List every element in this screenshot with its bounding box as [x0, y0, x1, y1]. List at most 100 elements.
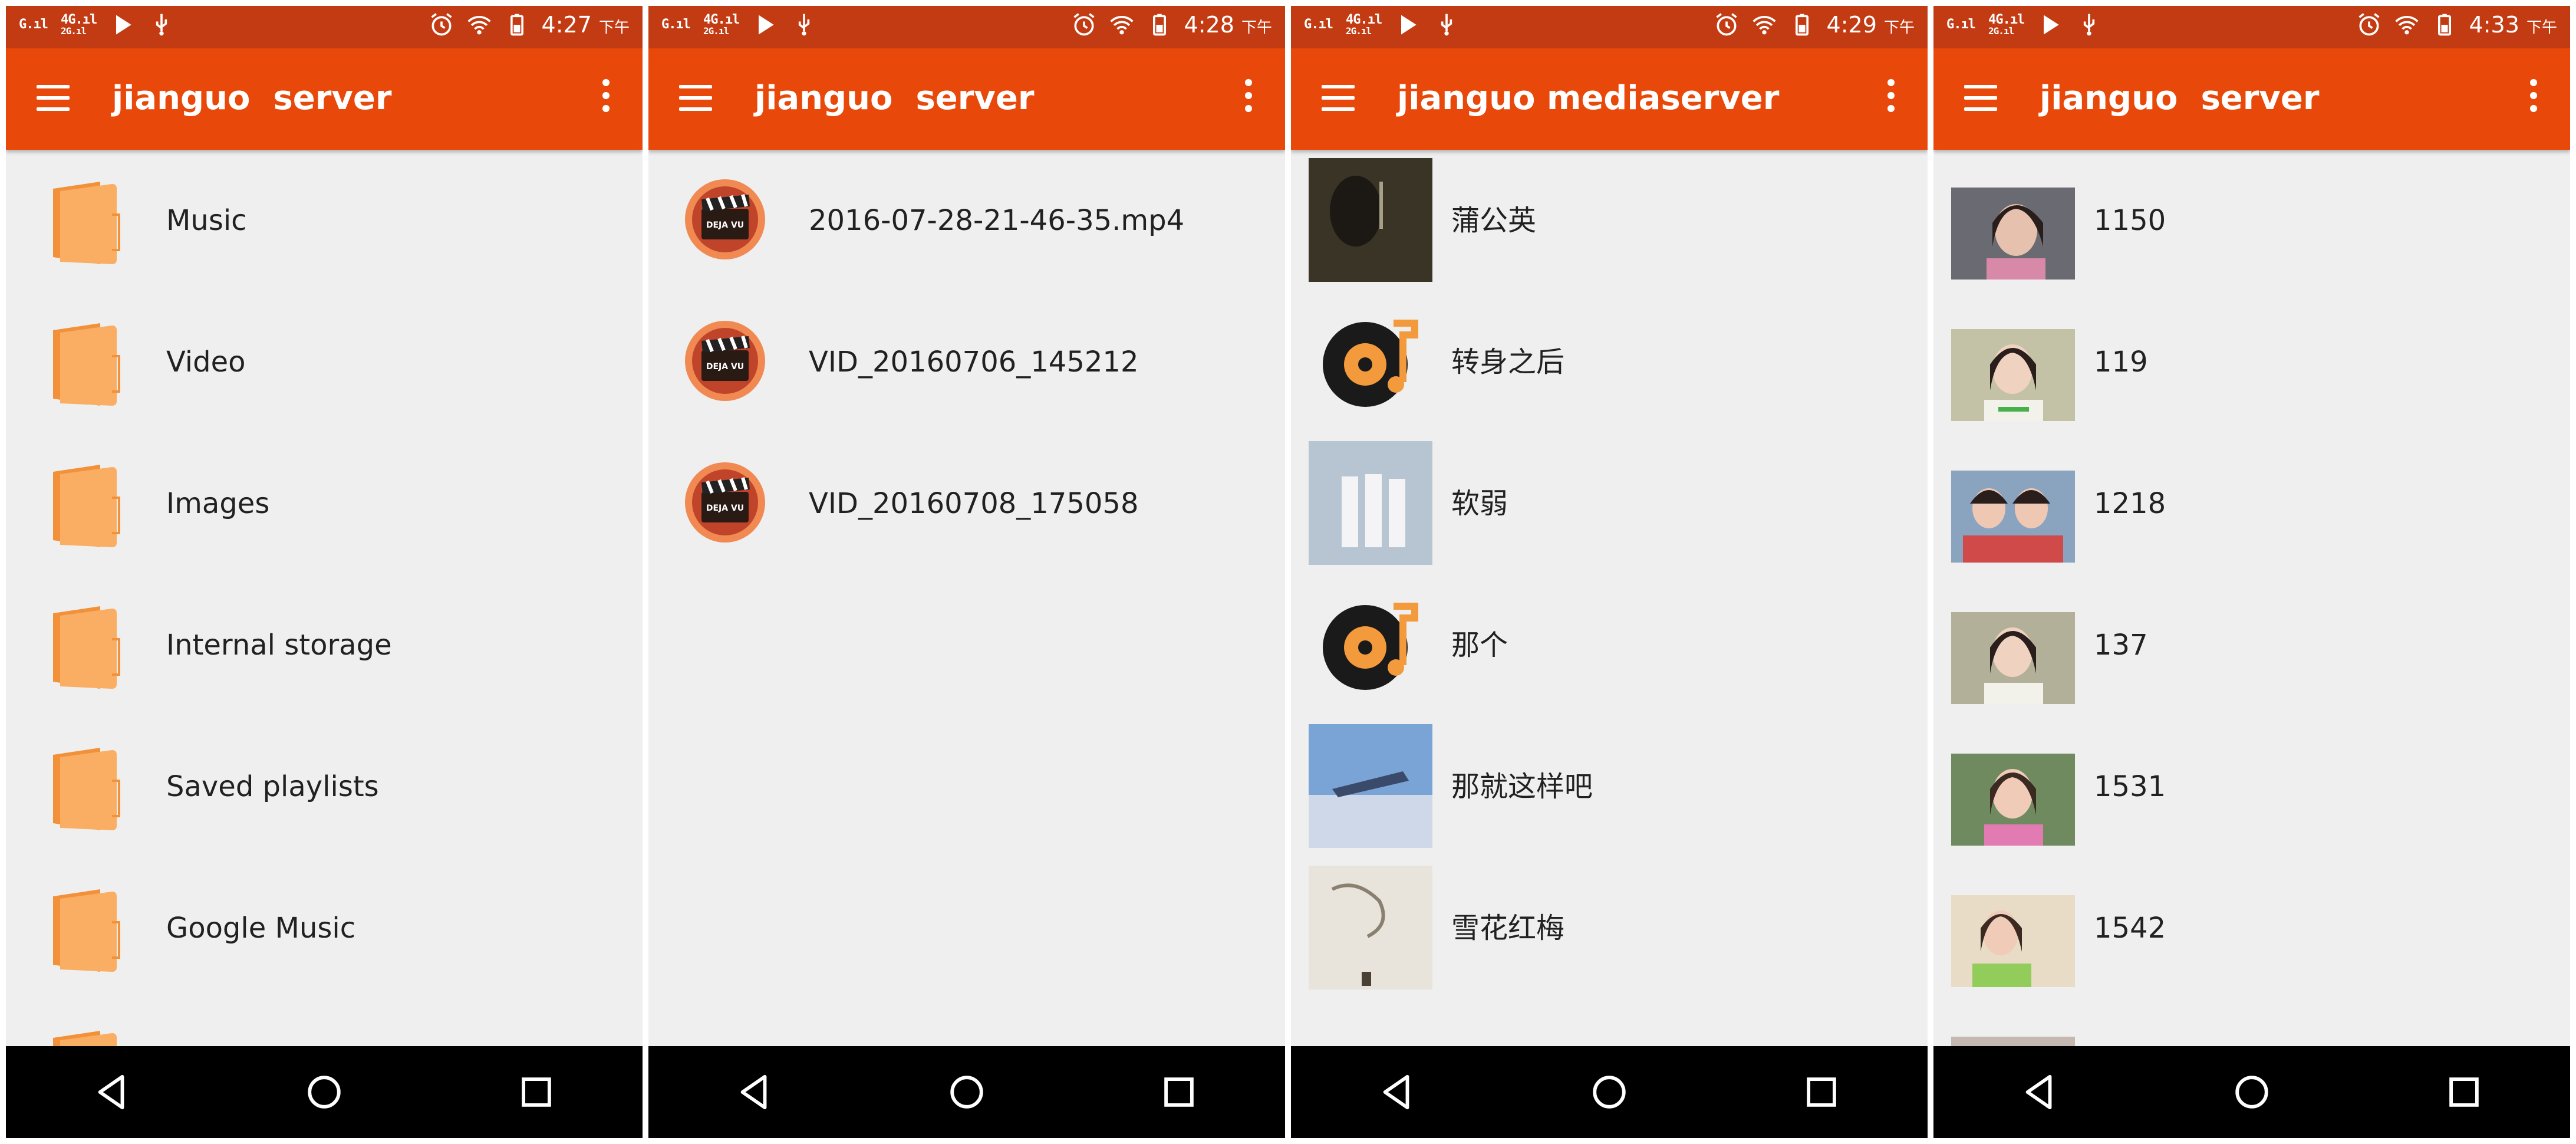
- page-title: jianguo server: [2040, 79, 2320, 117]
- image-thumbnail: [1951, 1037, 2075, 1046]
- menu-icon[interactable]: [37, 85, 70, 111]
- video-clapper-icon: DEJA VU: [685, 321, 765, 401]
- battery-icon: [1795, 14, 1809, 36]
- back-icon[interactable]: [1376, 1071, 1418, 1113]
- music-disc-icon: [1323, 320, 1418, 407]
- more-options-icon[interactable]: [602, 79, 612, 117]
- screen-2-video-files: G.ıl 4G.ıl 2G.ıl 4:28 下午 jianguo server D…: [648, 6, 1285, 1138]
- status-bar: G.ıl 4G.ıl 2G.ıl 4:33 下午: [1933, 6, 2570, 48]
- list-item[interactable]: 软弱: [1291, 433, 1928, 574]
- list-item[interactable]: 那个: [1291, 574, 1928, 716]
- back-icon[interactable]: [91, 1071, 133, 1113]
- list-item[interactable]: 119: [1933, 291, 2570, 433]
- home-icon[interactable]: [2231, 1071, 2272, 1113]
- signal-4g-icon: 4G.ıl 2G.ıl: [60, 12, 97, 37]
- list-item[interactable]: 1531: [1933, 716, 2570, 857]
- clock: 4:28 下午: [1184, 12, 1272, 38]
- list-item[interactable]: 转身之后: [1291, 291, 1928, 433]
- battery-icon: [2437, 14, 2451, 36]
- item-label: 119: [2094, 346, 2148, 379]
- battery-icon: [1152, 14, 1166, 36]
- list-item[interactable]: 蒲公英: [1291, 150, 1928, 291]
- page-title: jianguo mediaserver: [1397, 79, 1780, 117]
- image-thumbnail: [1951, 188, 2075, 280]
- list-item[interactable]: 1218: [1933, 433, 2570, 574]
- item-label: 那个: [1451, 629, 1508, 662]
- app-bar: jianguo mediaserver: [1291, 48, 1928, 150]
- list-item[interactable]: DEJA VU VID_20160706_145212: [648, 291, 1285, 433]
- item-label: 1542: [2094, 912, 2166, 945]
- signal-icon: G.ıl: [19, 17, 48, 32]
- folder-icon: [53, 606, 120, 689]
- home-icon[interactable]: [304, 1071, 345, 1113]
- recent-apps-icon[interactable]: [516, 1071, 557, 1113]
- signal-icon: G.ıl: [661, 17, 691, 32]
- clock: 4:33 下午: [2469, 12, 2557, 38]
- video-clapper-icon: DEJA VU: [685, 179, 765, 259]
- list-item[interactable]: DEJA VU VID_20160708_175058: [648, 433, 1285, 574]
- usb-icon: [156, 14, 167, 36]
- play-notification-icon: [759, 15, 774, 35]
- item-label: Images: [166, 487, 270, 520]
- play-notification-icon: [2044, 15, 2059, 35]
- list-item[interactable]: 那就这样吧: [1291, 716, 1928, 857]
- signal-4g-icon: 4G.ıl 2G.ıl: [703, 12, 740, 37]
- navigation-bar: [1933, 1046, 2570, 1138]
- list-item[interactable]: Saved playlists: [6, 716, 643, 857]
- clock: 4:29 下午: [1826, 12, 1915, 38]
- signal-icon: G.ıl: [1946, 17, 1976, 32]
- list-item[interactable]: DEJA VU 2016-07-28-21-46-35.mp4: [648, 150, 1285, 291]
- item-label: Internal storage: [166, 629, 392, 662]
- list-item[interactable]: 雪花红梅: [1291, 857, 1928, 999]
- menu-icon[interactable]: [679, 85, 712, 111]
- image-thumbnail: [1951, 612, 2075, 704]
- menu-icon[interactable]: [1964, 85, 1997, 111]
- album-cover-thumbnail: [1309, 866, 1432, 990]
- folder-icon: [53, 465, 120, 547]
- list-item[interactable]: Music: [6, 150, 643, 291]
- home-icon[interactable]: [946, 1071, 987, 1113]
- signal-4g-icon: 4G.ıl 2G.ıl: [1988, 12, 2025, 37]
- item-label: Saved playlists: [166, 770, 379, 803]
- recent-apps-icon[interactable]: [1158, 1071, 1200, 1113]
- item-label: Music: [166, 204, 247, 237]
- list-item[interactable]: 137: [1933, 574, 2570, 716]
- recent-apps-icon[interactable]: [2443, 1071, 2485, 1113]
- list-item-partial[interactable]: [1933, 999, 2570, 1046]
- recent-apps-icon[interactable]: [1801, 1071, 1842, 1113]
- home-icon[interactable]: [1589, 1071, 1630, 1113]
- music-disc-icon: [1323, 603, 1418, 690]
- alarm-icon: [2358, 13, 2380, 36]
- app-bar: jianguo server: [1933, 48, 2570, 150]
- list-item-partial[interactable]: [6, 999, 643, 1046]
- menu-icon[interactable]: [1322, 85, 1355, 111]
- list-item[interactable]: 1542: [1933, 857, 2570, 999]
- page-title: jianguo server: [755, 79, 1035, 117]
- wifi-icon: [2394, 15, 2419, 35]
- list-item[interactable]: Internal storage: [6, 574, 643, 716]
- status-bar: G.ıl 4G.ıl 2G.ıl 4:27 下午: [6, 6, 643, 48]
- navigation-bar: [1291, 1046, 1928, 1138]
- wifi-icon: [1109, 15, 1134, 35]
- list-item[interactable]: 1150: [1933, 150, 2570, 291]
- image-thumbnail: [1951, 895, 2075, 987]
- image-list: 1150 119 1218 137 1531 1542: [1933, 150, 2570, 1046]
- app-bar: jianguo server: [6, 48, 643, 150]
- signal-icon: G.ıl: [1304, 17, 1333, 32]
- list-item[interactable]: Video: [6, 291, 643, 433]
- folder-icon: [53, 748, 120, 830]
- item-label: Video: [166, 346, 246, 379]
- image-thumbnail: [1951, 329, 2075, 421]
- alarm-icon: [1715, 13, 1737, 36]
- more-options-icon[interactable]: [2530, 79, 2539, 117]
- navigation-bar: [648, 1046, 1285, 1138]
- alarm-icon: [430, 13, 452, 36]
- screen-1-root-folders: G.ıl 4G.ıl 2G.ıl 4:27 下午 jianguo server M…: [6, 6, 643, 1138]
- list-item[interactable]: Google Music: [6, 857, 643, 999]
- back-icon[interactable]: [2019, 1071, 2060, 1113]
- more-options-icon[interactable]: [1245, 79, 1254, 117]
- list-item[interactable]: Images: [6, 433, 643, 574]
- more-options-icon[interactable]: [1887, 79, 1897, 117]
- folder-icon: [53, 1031, 117, 1046]
- back-icon[interactable]: [734, 1071, 775, 1113]
